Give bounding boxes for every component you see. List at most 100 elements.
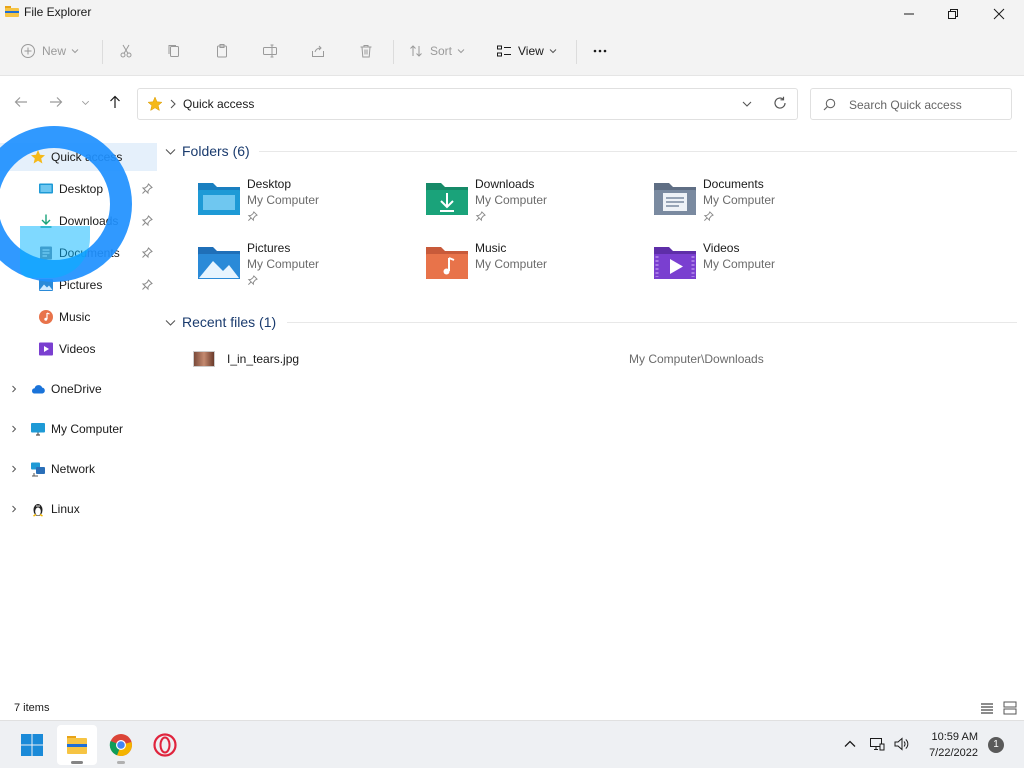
- item-count: 7 items: [14, 702, 50, 714]
- chevron-down-icon: [71, 49, 79, 54]
- star-icon: [31, 150, 45, 164]
- sidebar-item-music[interactable]: Music: [0, 303, 157, 331]
- delete-button[interactable]: [358, 38, 374, 64]
- copy-button[interactable]: [166, 38, 182, 64]
- tiles-view-icon[interactable]: [1003, 701, 1017, 715]
- clock-date: 7/22/2022: [929, 747, 978, 759]
- videos-icon: [39, 342, 53, 356]
- pin-icon: [247, 275, 258, 286]
- recent-files-group-title: Recent files (1): [182, 314, 277, 330]
- share-button[interactable]: [310, 38, 326, 64]
- navigation-bar: Quick access: [0, 77, 1024, 129]
- chevron-right-icon[interactable]: [10, 385, 18, 393]
- up-button[interactable]: [106, 93, 124, 111]
- chevron-down-icon: [457, 49, 465, 54]
- network-status-icon[interactable]: [869, 736, 885, 752]
- refresh-icon[interactable]: [773, 96, 787, 110]
- sidebar-item-downloads[interactable]: Downloads: [0, 207, 157, 235]
- back-button[interactable]: [12, 93, 30, 111]
- folder-tile-videos[interactable]: Videos My Computer: [653, 241, 873, 299]
- recent-locations-button[interactable]: [78, 93, 92, 111]
- clock-time: 10:59 AM: [931, 731, 978, 743]
- taskbar-file-explorer[interactable]: [57, 725, 97, 765]
- folder-location: My Computer: [247, 257, 320, 271]
- folder-tile-music[interactable]: Music My Computer: [425, 241, 645, 299]
- sidebar-item-videos[interactable]: Videos: [0, 335, 157, 363]
- close-icon: [993, 8, 1005, 20]
- forward-button[interactable]: [47, 93, 65, 111]
- close-button[interactable]: [976, 0, 1022, 28]
- command-bar: New Sort View: [0, 28, 1024, 76]
- file-explorer-icon: [67, 736, 87, 754]
- ellipsis-icon: [593, 49, 607, 53]
- scissors-icon: [120, 44, 132, 58]
- taskbar-opera[interactable]: [145, 725, 185, 765]
- address-bar[interactable]: Quick access: [137, 88, 798, 120]
- rename-button[interactable]: [262, 38, 278, 64]
- content-pane: Folders (6) Desktop My Computer Download…: [157, 129, 1024, 696]
- folder-name: Pictures: [247, 241, 291, 255]
- volume-icon[interactable]: [893, 736, 909, 752]
- chevron-down-icon: [81, 100, 89, 105]
- toolbar-divider: [393, 40, 394, 64]
- chevron-right-icon[interactable]: [10, 425, 18, 433]
- pin-icon: [141, 247, 153, 259]
- sidebar-item-network[interactable]: Network: [0, 455, 157, 483]
- sidebar-item-pictures[interactable]: Pictures: [0, 271, 157, 299]
- folder-tile-pictures[interactable]: Pictures My Computer: [197, 241, 417, 299]
- search-box[interactable]: [810, 88, 1012, 120]
- view-label: View: [518, 44, 544, 58]
- recent-file-row[interactable]: I_in_tears.jpg My Computer\Downloads: [187, 349, 1017, 371]
- sidebar-item-onedrive[interactable]: OneDrive: [0, 375, 157, 403]
- sort-button[interactable]: Sort: [408, 38, 465, 64]
- active-indicator: [71, 761, 83, 764]
- folder-name: Desktop: [247, 177, 292, 191]
- chevron-down-icon: [549, 49, 557, 54]
- sidebar-item-label: Linux: [51, 502, 80, 516]
- folder-tile-desktop[interactable]: Desktop My Computer: [197, 177, 417, 235]
- folder-name: Downloads: [475, 177, 535, 191]
- folder-name: Music: [475, 241, 507, 255]
- recent-files-group-header[interactable]: Recent files (1): [165, 311, 276, 333]
- folder-tile-downloads[interactable]: Downloads My Computer: [425, 177, 645, 235]
- music-folder-icon: [426, 247, 468, 279]
- group-divider: [287, 322, 1017, 323]
- address-path[interactable]: Quick access: [183, 97, 254, 111]
- start-button[interactable]: [12, 725, 52, 765]
- notification-badge[interactable]: 1: [988, 737, 1004, 753]
- minimize-button[interactable]: [886, 0, 932, 28]
- cut-button[interactable]: [118, 38, 134, 64]
- sidebar-item-my-computer[interactable]: My Computer: [0, 415, 157, 443]
- details-view-icon[interactable]: [980, 701, 994, 715]
- more-options-button[interactable]: [592, 38, 608, 64]
- folder-tile-documents[interactable]: Documents My Computer: [653, 177, 873, 235]
- monitor-icon: [31, 423, 45, 436]
- maximize-button[interactable]: [930, 0, 976, 28]
- trash-icon: [360, 45, 372, 58]
- chevron-right-icon[interactable]: [10, 505, 18, 513]
- sort-label: Sort: [430, 44, 453, 58]
- desktop-folder-icon: [198, 183, 240, 215]
- pictures-folder-icon: [198, 247, 240, 279]
- folder-name: Documents: [703, 177, 764, 191]
- paste-button[interactable]: [214, 38, 230, 64]
- sidebar-item-linux[interactable]: Linux: [0, 495, 157, 523]
- desktop-icon: [39, 183, 53, 194]
- new-button[interactable]: New: [20, 38, 79, 64]
- chevron-down-icon[interactable]: [742, 99, 752, 109]
- sidebar-item-label: Videos: [59, 342, 96, 356]
- sidebar-item-quick-access[interactable]: Quick access: [0, 143, 157, 171]
- chevron-right-icon[interactable]: [10, 465, 18, 473]
- chevron-up-icon[interactable]: [842, 736, 858, 752]
- search-input[interactable]: [849, 96, 999, 114]
- system-clock[interactable]: 10:59 AM 7/22/2022: [912, 729, 978, 761]
- folders-group-header[interactable]: Folders (6): [165, 140, 250, 162]
- sidebar-item-desktop[interactable]: Desktop: [0, 175, 157, 203]
- sidebar-item-label: Pictures: [59, 278, 103, 292]
- chevron-down-icon: [165, 319, 176, 326]
- window-title: File Explorer: [24, 5, 92, 19]
- toolbar-divider: [576, 40, 577, 64]
- taskbar-chrome[interactable]: [101, 725, 141, 765]
- view-button[interactable]: View: [496, 38, 557, 64]
- sidebar-item-documents[interactable]: Documents: [0, 239, 157, 267]
